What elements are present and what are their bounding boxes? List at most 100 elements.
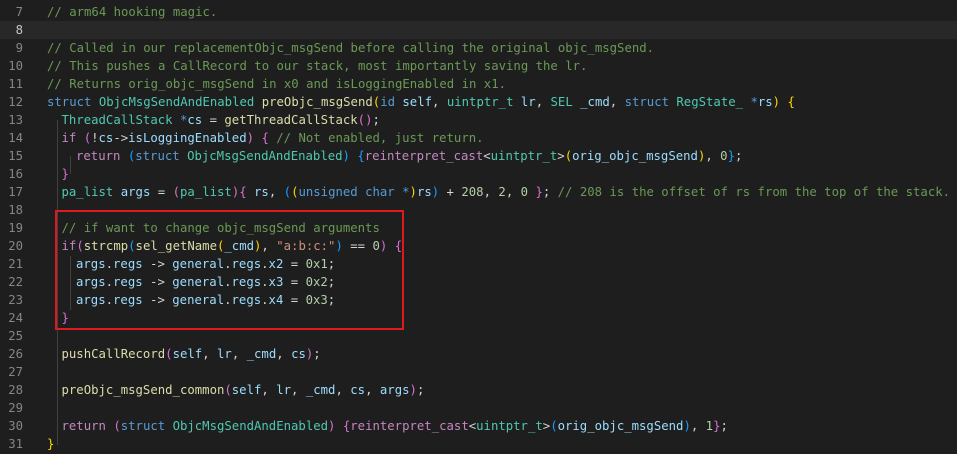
line-number: 16: [8, 167, 23, 181]
code-token: <: [483, 149, 491, 163]
line-number: 10: [8, 59, 23, 73]
code-line[interactable]: 27: [0, 363, 957, 381]
code-token: (: [283, 185, 292, 199]
code-editor[interactable]: 7 // arm64 hooking magic. 8 9 // Called in o…: [0, 0, 957, 454]
code-line[interactable]: 9 // Called in our replacementObjc_msgSen…: [0, 39, 957, 57]
code-line[interactable]: 15 return (struct ObjcMsgSendAndEnabled) …: [0, 147, 957, 165]
line-number: 15: [8, 149, 23, 163]
code-token: ): [246, 131, 255, 145]
code-text: }: [62, 165, 69, 183]
code-token: ->: [142, 257, 173, 271]
code-line[interactable]: 17 pa_list args = (pa_list){ rs, ((unsign…: [0, 183, 957, 201]
code-token: ,: [483, 185, 499, 199]
code-token: ->: [113, 131, 129, 145]
code-text: preObjc_msgSend_common(self, lr, _cmd, c…: [62, 381, 425, 399]
code-text: }: [47, 435, 54, 453]
code-token: self: [231, 383, 262, 397]
code-line[interactable]: 8: [0, 21, 957, 39]
code-line[interactable]: 16}: [0, 165, 957, 183]
code-text: // This pushes a CallRecord to our stack…: [47, 57, 587, 75]
code-token: ,: [535, 95, 551, 109]
code-token: {: [261, 131, 269, 145]
code-token: ;: [416, 383, 425, 397]
code-token: reinterpret_cast: [364, 149, 484, 163]
line-number: 12: [8, 95, 23, 109]
code-text: args.regs -> general.regs.x3 = 0x2;: [76, 273, 335, 291]
line-number: 13: [8, 113, 23, 127]
code-token: 208: [461, 185, 484, 199]
code-line[interactable]: 12 struct ObjcMsgSendAndEnabled preObjc_m…: [0, 93, 957, 111]
code-token: orig_objc_msgSend: [572, 149, 698, 163]
code-token: ThreadCallStack: [61, 113, 173, 127]
line-number: 29: [8, 401, 23, 415]
code-token: 0x2: [305, 275, 328, 289]
code-token: sel_getName: [135, 239, 217, 253]
code-text: // Returns orig_objc_msgSend in x0 and i…: [47, 75, 506, 93]
code-token: (: [165, 347, 173, 361]
code-token: general: [172, 293, 225, 307]
code-line[interactable]: 29: [0, 399, 957, 417]
code-line[interactable]: 11 // Returns orig_objc_msgSend in x0 and…: [0, 75, 957, 93]
code-text: // if want to change objc_msgSend argume…: [62, 219, 380, 237]
code-text: }: [62, 309, 69, 327]
code-line[interactable]: 30 return (struct ObjcMsgSendAndEnabled) …: [0, 417, 957, 435]
code-text: return (struct ObjcMsgSendAndEnabled) {r…: [62, 417, 728, 435]
code-token: !: [91, 131, 99, 145]
code-line[interactable]: 13 ThreadCallStack *cs = getThreadCallSta…: [0, 111, 957, 129]
code-token: unsigned char: [298, 185, 395, 199]
code-line[interactable]: 10 // This pushes a CallRecord to our sta…: [0, 57, 957, 75]
code-token: struct: [135, 149, 180, 163]
code-token: ,: [335, 383, 351, 397]
code-token: ): [409, 185, 417, 199]
line-number: 28: [8, 383, 23, 397]
code-token: ;: [720, 419, 728, 433]
code-token: x3: [268, 275, 284, 289]
code-token: .: [261, 275, 269, 289]
code-token: *: [402, 185, 410, 199]
line-number: 14: [8, 131, 23, 145]
code-token: ,: [609, 95, 625, 109]
code-token: regs: [231, 275, 262, 289]
code-line[interactable]: 7 // arm64 hooking magic.: [0, 3, 957, 21]
code-token: 0x1: [305, 257, 328, 271]
code-token: pushCallRecord: [61, 347, 166, 361]
code-text: if(strcmp(sel_getName(_cmd), "a:b:c:") =…: [62, 237, 403, 255]
code-token: _cmd: [246, 347, 277, 361]
code-token: cs: [350, 383, 366, 397]
code-line[interactable]: 23 args.regs -> general.regs.x4 = 0x3;: [0, 291, 957, 309]
code-token: regs: [231, 293, 262, 307]
code-line[interactable]: 24}: [0, 309, 957, 327]
code-line[interactable]: 26 pushCallRecord(self, lr, _cmd, cs);: [0, 345, 957, 363]
code-token: .: [224, 275, 232, 289]
code-line[interactable]: 19 // if want to change objc_msgSend argu…: [0, 219, 957, 237]
code-token: // This pushes a CallRecord to our stack…: [47, 59, 588, 73]
code-token: uintptr_t: [476, 419, 543, 433]
code-token: ;: [327, 275, 336, 289]
code-line[interactable]: 25: [0, 327, 957, 345]
code-token: }: [61, 167, 69, 181]
code-token: self: [402, 95, 433, 109]
code-token: return: [61, 419, 106, 433]
code-line[interactable]: 21 args.regs -> general.regs.x2 = 0x1;: [0, 255, 957, 273]
code-line[interactable]: 20 if(strcmp(sel_getName(_cmd), "a:b:c:")…: [0, 237, 957, 255]
code-token: preObjc_msgSend: [261, 95, 373, 109]
line-number: 23: [8, 293, 23, 307]
code-token: args: [76, 293, 106, 307]
code-token: struct: [624, 95, 669, 109]
line-number: 19: [8, 221, 23, 235]
code-line[interactable]: 22 args.regs -> general.regs.x3 = 0x2;: [0, 273, 957, 291]
code-line[interactable]: 18: [0, 201, 957, 219]
code-line[interactable]: 28 preObjc_msgSend_common(self, lr, _cmd,…: [0, 381, 957, 399]
code-line[interactable]: 14 if (!cs->isLoggingEnabled) { // Not en…: [0, 129, 957, 147]
code-token: isLoggingEnabled: [128, 131, 247, 145]
code-line[interactable]: 31}: [0, 435, 957, 453]
code-token: {: [394, 239, 403, 253]
code-token: ->: [142, 293, 173, 307]
code-token: args: [120, 185, 151, 199]
code-token: }: [47, 437, 55, 451]
